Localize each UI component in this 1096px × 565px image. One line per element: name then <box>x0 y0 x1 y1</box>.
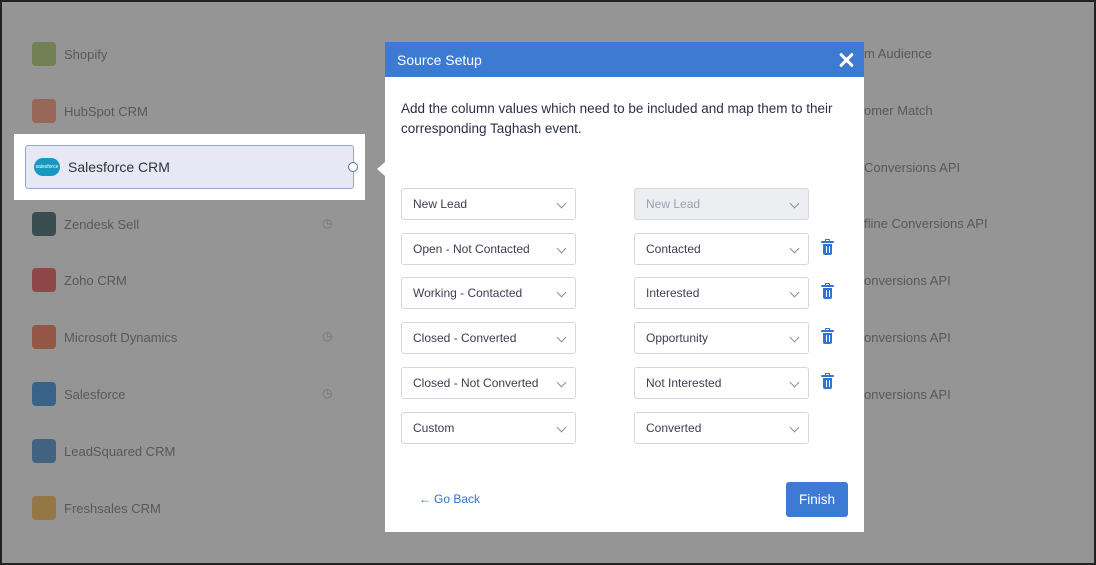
mapping-row: Open - Not Contacted Contacted <box>401 232 841 265</box>
selected-source-card: salesforce Salesforce CRM <box>14 134 365 200</box>
target-event-label: Not Interested <box>646 375 722 390</box>
chevron-down-icon <box>789 332 800 343</box>
source-value-label: Working - Contacted <box>413 286 523 301</box>
trash-icon[interactable] <box>821 372 834 389</box>
chevron-down-icon <box>556 198 567 209</box>
salesforce-logo-text: salesforce <box>35 164 59 170</box>
mapping-row: Custom Converted <box>401 411 841 444</box>
source-value-dropdown[interactable]: Custom <box>401 411 576 444</box>
source-value-dropdown[interactable]: Working - Contacted <box>401 277 576 310</box>
mapping-row: Closed - Not Converted Not Interested <box>401 366 841 399</box>
source-value-dropdown[interactable]: Closed - Not Converted <box>401 366 576 399</box>
source-value-label: Open - Not Contacted <box>413 241 530 256</box>
source-value-dropdown[interactable]: Open - Not Contacted <box>401 232 576 265</box>
chevron-down-icon <box>789 287 800 298</box>
chevron-down-icon <box>556 287 567 298</box>
chevron-down-icon <box>789 198 800 209</box>
chevron-down-icon <box>556 377 567 388</box>
target-event-label: Converted <box>646 420 702 435</box>
close-icon[interactable] <box>838 52 854 68</box>
target-event-label: Opportunity <box>646 331 709 346</box>
selected-source-item[interactable]: salesforce Salesforce CRM <box>25 145 358 189</box>
source-value-label: Closed - Converted <box>413 331 517 346</box>
mapping-row: New Lead New Lead <box>401 188 841 220</box>
target-event-dropdown[interactable]: Opportunity <box>634 322 809 355</box>
target-event-dropdown[interactable]: Interested <box>634 277 809 310</box>
chevron-down-icon <box>789 422 800 432</box>
app-frame: ShopifyHubSpot CRMZendesk SellZoho CRMMi… <box>0 0 1096 565</box>
modal-description: Add the column values which need to be i… <box>401 101 833 136</box>
connector-node-icon[interactable] <box>348 162 358 172</box>
salesforce-logo-icon: salesforce <box>34 158 60 176</box>
chevron-down-icon <box>789 243 800 254</box>
modal-header: Source Setup <box>385 42 864 77</box>
source-setup-modal: Source Setup Add the column values which… <box>385 42 864 532</box>
target-event-dropdown: New Lead <box>634 188 809 220</box>
trash-icon[interactable] <box>821 283 834 300</box>
finish-button[interactable]: Finish <box>786 482 848 517</box>
source-value-label: Custom <box>413 420 455 435</box>
chevron-down-icon <box>789 377 800 388</box>
trash-icon[interactable] <box>821 328 834 345</box>
mapping-row: Closed - Converted Opportunity <box>401 322 841 355</box>
chevron-down-icon <box>556 422 567 432</box>
go-back-link[interactable]: ← Go Back <box>419 492 480 506</box>
target-event-label: Contacted <box>646 241 701 256</box>
target-event-dropdown[interactable]: Converted <box>634 411 809 444</box>
selected-source-label: Salesforce CRM <box>68 159 170 175</box>
popover-pointer <box>377 162 385 176</box>
target-event-label: New Lead <box>646 197 701 211</box>
target-event-label: Interested <box>646 286 700 301</box>
source-value-label: New Lead <box>413 197 468 211</box>
source-value-label: Closed - Not Converted <box>413 375 539 390</box>
go-back-label: Go Back <box>434 492 481 506</box>
chevron-down-icon <box>556 332 567 343</box>
source-value-dropdown[interactable]: Closed - Converted <box>401 322 576 355</box>
chevron-down-icon <box>556 243 567 254</box>
source-value-dropdown[interactable]: New Lead <box>401 188 576 220</box>
mapping-row: Working - Contacted Interested <box>401 277 841 310</box>
target-event-dropdown[interactable]: Not Interested <box>634 366 809 399</box>
arrow-left-icon: ← <box>419 492 431 506</box>
modal-title: Source Setup <box>397 51 482 68</box>
target-event-dropdown[interactable]: Contacted <box>634 232 809 265</box>
trash-icon[interactable] <box>821 238 834 255</box>
